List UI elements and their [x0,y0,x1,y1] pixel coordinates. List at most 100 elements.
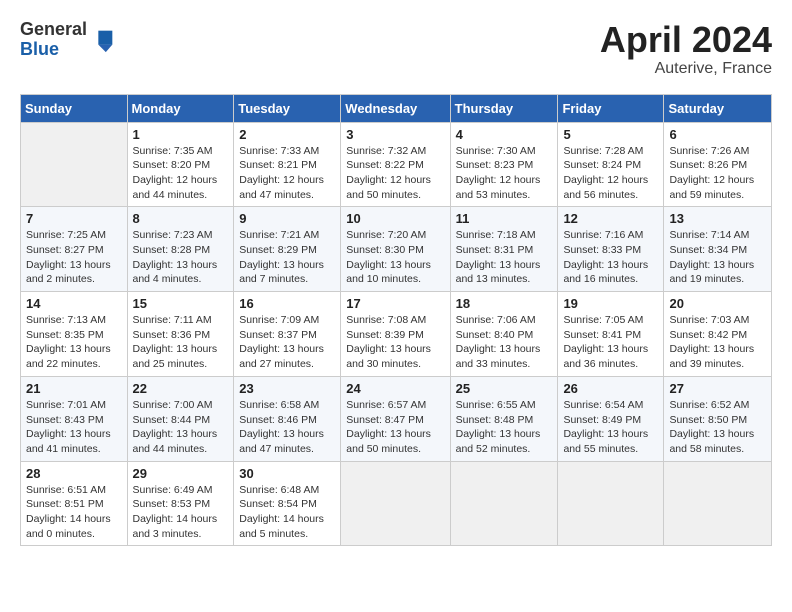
calendar-cell: 20Sunrise: 7:03 AM Sunset: 8:42 PM Dayli… [664,292,772,377]
day-info: Sunrise: 7:11 AM Sunset: 8:36 PM Dayligh… [133,313,229,372]
day-info: Sunrise: 7:13 AM Sunset: 8:35 PM Dayligh… [26,313,122,372]
calendar-cell: 10Sunrise: 7:20 AM Sunset: 8:30 PM Dayli… [341,207,450,292]
day-number: 29 [133,466,229,481]
day-info: Sunrise: 7:30 AM Sunset: 8:23 PM Dayligh… [456,144,553,203]
calendar-week-row: 14 Sunrise: 7:13 AM Sunset: 8:35 PM Dayli… [21,292,772,377]
day-header-monday: Monday [127,94,234,122]
day-number: 5 [563,127,658,142]
calendar-cell [450,461,558,546]
day-number: 19 [563,296,658,311]
calendar-table: SundayMondayTuesdayWednesdayThursdayFrid… [20,94,772,547]
day-info: Sunrise: 6:48 AM Sunset: 8:54 PM Dayligh… [239,483,335,542]
calendar-cell: 6 Sunrise: 7:26 AM Sunset: 8:26 PM Daylig… [664,122,772,207]
calendar-cell: 7 Sunrise: 7:25 AM Sunset: 8:27 PM Daylig… [21,207,128,292]
day-info: Sunrise: 7:28 AM Sunset: 8:24 PM Dayligh… [563,144,658,203]
day-info: Sunrise: 7:32 AM Sunset: 8:22 PM Dayligh… [346,144,444,203]
day-number: 14 [26,296,122,311]
calendar-title: April 2024 [600,20,772,60]
day-info: Sunrise: 7:26 AM Sunset: 8:26 PM Dayligh… [669,144,766,203]
day-info: Sunrise: 7:35 AM Sunset: 8:20 PM Dayligh… [133,144,229,203]
day-info: Sunrise: 6:54 AM Sunset: 8:49 PM Dayligh… [563,398,658,457]
calendar-cell: 16Sunrise: 7:09 AM Sunset: 8:37 PM Dayli… [234,292,341,377]
calendar-cell: 11 Sunrise: 7:18 AM Sunset: 8:31 PM Dayli… [450,207,558,292]
calendar-cell: 18 Sunrise: 7:06 AM Sunset: 8:40 PM Dayli… [450,292,558,377]
day-number: 21 [26,381,122,396]
day-info: Sunrise: 7:18 AM Sunset: 8:31 PM Dayligh… [456,228,553,287]
day-number: 30 [239,466,335,481]
day-info: Sunrise: 7:25 AM Sunset: 8:27 PM Dayligh… [26,228,122,287]
day-number: 26 [563,381,658,396]
day-info: Sunrise: 7:20 AM Sunset: 8:30 PM Dayligh… [346,228,444,287]
calendar-cell: 12Sunrise: 7:16 AM Sunset: 8:33 PM Dayli… [558,207,664,292]
day-number: 6 [669,127,766,142]
day-number: 15 [133,296,229,311]
title-block: April 2024 Auterive, France [600,20,772,78]
day-info: Sunrise: 6:52 AM Sunset: 8:50 PM Dayligh… [669,398,766,457]
day-info: Sunrise: 6:55 AM Sunset: 8:48 PM Dayligh… [456,398,553,457]
calendar-cell: 3 Sunrise: 7:32 AM Sunset: 8:22 PM Daylig… [341,122,450,207]
calendar-cell: 17Sunrise: 7:08 AM Sunset: 8:39 PM Dayli… [341,292,450,377]
day-info: Sunrise: 6:51 AM Sunset: 8:51 PM Dayligh… [26,483,122,542]
calendar-cell: 8 Sunrise: 7:23 AM Sunset: 8:28 PM Daylig… [127,207,234,292]
day-number: 28 [26,466,122,481]
day-number: 8 [133,211,229,226]
day-info: Sunrise: 7:14 AM Sunset: 8:34 PM Dayligh… [669,228,766,287]
day-number: 3 [346,127,444,142]
day-header-thursday: Thursday [450,94,558,122]
day-info: Sunrise: 7:05 AM Sunset: 8:41 PM Dayligh… [563,313,658,372]
day-number: 27 [669,381,766,396]
day-info: Sunrise: 7:23 AM Sunset: 8:28 PM Dayligh… [133,228,229,287]
calendar-cell: 26 Sunrise: 6:54 AM Sunset: 8:49 PM Dayli… [558,376,664,461]
day-number: 11 [456,211,553,226]
calendar-cell: 30 Sunrise: 6:48 AM Sunset: 8:54 PM Dayli… [234,461,341,546]
calendar-cell [341,461,450,546]
day-info: Sunrise: 6:57 AM Sunset: 8:47 PM Dayligh… [346,398,444,457]
calendar-cell: 22 Sunrise: 7:00 AM Sunset: 8:44 PM Dayli… [127,376,234,461]
calendar-week-row: 21Sunrise: 7:01 AM Sunset: 8:43 PM Dayli… [21,376,772,461]
day-number: 7 [26,211,122,226]
day-info: Sunrise: 6:58 AM Sunset: 8:46 PM Dayligh… [239,398,335,457]
day-number: 22 [133,381,229,396]
day-number: 20 [669,296,766,311]
day-number: 2 [239,127,335,142]
day-header-saturday: Saturday [664,94,772,122]
logo: General Blue [20,20,117,60]
day-header-sunday: Sunday [21,94,128,122]
day-header-tuesday: Tuesday [234,94,341,122]
calendar-cell: 28 Sunrise: 6:51 AM Sunset: 8:51 PM Dayli… [21,461,128,546]
calendar-week-row: 1 Sunrise: 7:35 AM Sunset: 8:20 PM Daylig… [21,122,772,207]
day-header-wednesday: Wednesday [341,94,450,122]
calendar-cell: 15 Sunrise: 7:11 AM Sunset: 8:36 PM Dayli… [127,292,234,377]
day-info: Sunrise: 7:00 AM Sunset: 8:44 PM Dayligh… [133,398,229,457]
calendar-cell: 19 Sunrise: 7:05 AM Sunset: 8:41 PM Dayli… [558,292,664,377]
day-number: 9 [239,211,335,226]
day-number: 16 [239,296,335,311]
calendar-cell: 24 Sunrise: 6:57 AM Sunset: 8:47 PM Dayli… [341,376,450,461]
day-info: Sunrise: 7:21 AM Sunset: 8:29 PM Dayligh… [239,228,335,287]
calendar-cell: 25 Sunrise: 6:55 AM Sunset: 8:48 PM Dayli… [450,376,558,461]
calendar-cell [21,122,128,207]
calendar-cell [558,461,664,546]
logo-icon [89,26,117,54]
day-header-friday: Friday [558,94,664,122]
calendar-week-row: 28 Sunrise: 6:51 AM Sunset: 8:51 PM Dayli… [21,461,772,546]
day-number: 13 [669,211,766,226]
logo-blue: Blue [20,40,87,60]
day-number: 12 [563,211,658,226]
day-number: 1 [133,127,229,142]
day-info: Sunrise: 7:33 AM Sunset: 8:21 PM Dayligh… [239,144,335,203]
calendar-cell: 9 Sunrise: 7:21 AM Sunset: 8:29 PM Daylig… [234,207,341,292]
day-number: 4 [456,127,553,142]
day-number: 24 [346,381,444,396]
day-number: 18 [456,296,553,311]
day-info: Sunrise: 7:06 AM Sunset: 8:40 PM Dayligh… [456,313,553,372]
day-number: 23 [239,381,335,396]
calendar-cell [664,461,772,546]
calendar-cell: 4 Sunrise: 7:30 AM Sunset: 8:23 PM Daylig… [450,122,558,207]
day-info: Sunrise: 7:08 AM Sunset: 8:39 PM Dayligh… [346,313,444,372]
calendar-cell: 13 Sunrise: 7:14 AM Sunset: 8:34 PM Dayli… [664,207,772,292]
calendar-cell: 5 Sunrise: 7:28 AM Sunset: 8:24 PM Daylig… [558,122,664,207]
calendar-cell: 29Sunrise: 6:49 AM Sunset: 8:53 PM Dayli… [127,461,234,546]
calendar-cell: 23 Sunrise: 6:58 AM Sunset: 8:46 PM Dayli… [234,376,341,461]
day-number: 25 [456,381,553,396]
